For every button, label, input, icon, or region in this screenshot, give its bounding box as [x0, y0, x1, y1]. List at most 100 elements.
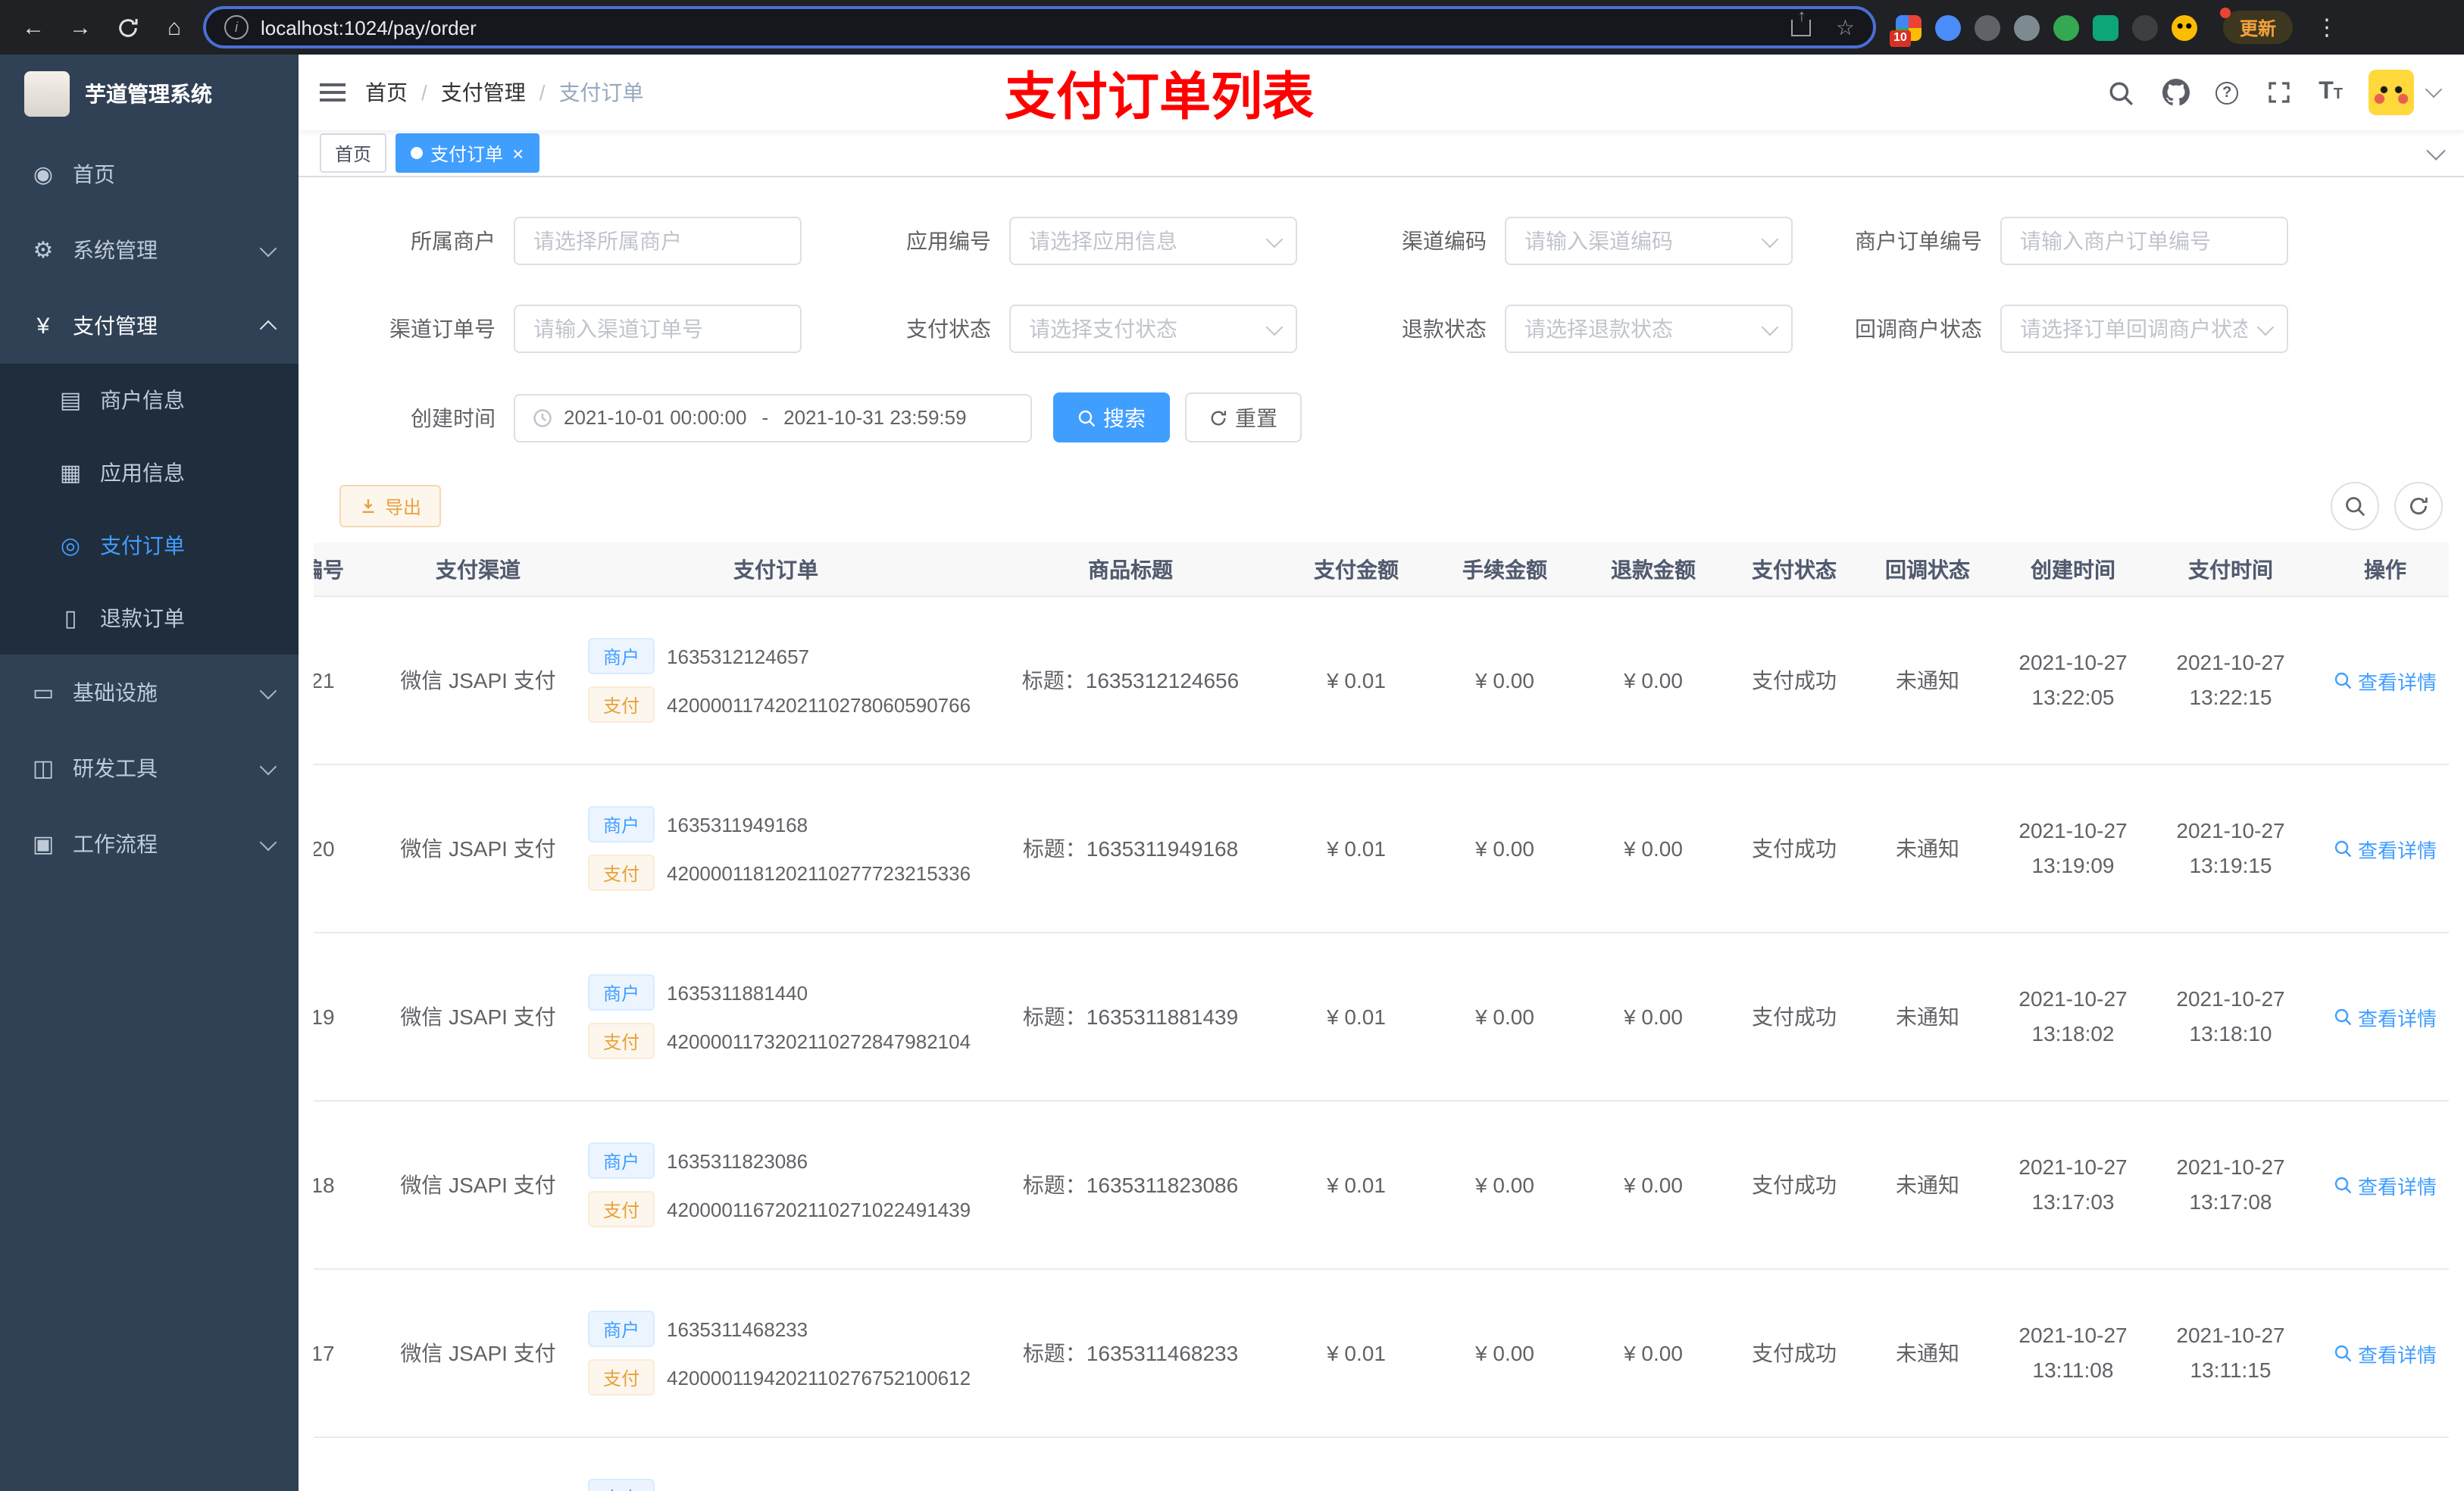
- tags-dropdown-icon[interactable]: [2426, 140, 2446, 160]
- bookmark-star-icon[interactable]: [1836, 14, 1855, 40]
- filter-label: 渠道编码: [1402, 229, 1487, 253]
- browser-menu-icon[interactable]: [2315, 14, 2338, 41]
- close-icon[interactable]: ×: [511, 143, 524, 163]
- sidebar-item-payment[interactable]: ¥ 支付管理: [0, 288, 299, 364]
- filter-input[interactable]: [1009, 305, 1297, 353]
- reload-icon[interactable]: [109, 9, 145, 45]
- filter-input[interactable]: [514, 217, 802, 265]
- cell-status: 支付成功: [1728, 1101, 1861, 1270]
- cell-channel: 微信 JSAPI 支付: [383, 764, 573, 933]
- cell-action: 查看详情: [2309, 933, 2449, 1102]
- extensions-puzzle-icon[interactable]: [2132, 14, 2158, 40]
- cell-created: 2021-10-27 13:18:02: [1994, 933, 2152, 1102]
- cell-order: 商户 1635311468233 支付 42000011942021102767…: [573, 1269, 979, 1438]
- date-range-input[interactable]: 2021-10-01 00:00:00 - 2021-10-31 23:59:5…: [514, 393, 1032, 442]
- chevron-icon: [259, 757, 277, 775]
- filter-input[interactable]: [2000, 217, 2288, 265]
- sidebar: 芋道管理系统 ◉ 首页 ⚙ 系统管理 ¥ 支付管理 ▤ 商户信息 ▦ 应用信息 …: [0, 55, 299, 1491]
- table-row: 17 微信 JSAPI 支付 商户 1635311468233 支付 42000…: [314, 1269, 2449, 1438]
- filter-input[interactable]: [514, 305, 802, 353]
- cell-status: [1728, 1437, 1861, 1491]
- cell-id: 17: [314, 1269, 383, 1438]
- filter-field: 渠道订单号: [339, 305, 835, 353]
- filter-label: 应用编号: [906, 229, 991, 253]
- sidebar-item-merchant-info[interactable]: ▤ 商户信息: [0, 364, 299, 436]
- reset-button[interactable]: 重置: [1185, 392, 1302, 442]
- chevron-down-icon[interactable]: [2425, 80, 2443, 98]
- cell-created: 2021-10-27 13:19:09: [1994, 764, 2152, 933]
- url-text[interactable]: localhost:1024/pay/order: [261, 16, 1780, 39]
- hamburger-icon[interactable]: [299, 55, 365, 130]
- font-size-icon[interactable]: [2319, 79, 2343, 106]
- column-header: 支付订单: [573, 542, 979, 597]
- sidebar-item-home[interactable]: ◉ 首页: [0, 136, 299, 212]
- breadcrumb-item[interactable]: 首页: [365, 77, 408, 108]
- cell-action: 查看详情: [2309, 1101, 2449, 1270]
- filter-input[interactable]: [1505, 217, 1793, 265]
- breadcrumb-item[interactable]: 支付管理: [441, 77, 526, 108]
- screen: ← → ⌂ localhost:1024/pay/order 10 更新: [0, 0, 2464, 1491]
- view-detail-link[interactable]: 查看详情: [2334, 1002, 2437, 1031]
- extension-grid-icon[interactable]: 10: [1890, 14, 1921, 46]
- search-icon[interactable]: [2106, 78, 2135, 107]
- navbar: 首页 / 支付管理 / 支付订单 支付订单列表: [299, 55, 2464, 130]
- column-header: 支付金额: [1282, 542, 1431, 597]
- view-detail-link[interactable]: 查看详情: [2334, 834, 2437, 863]
- help-icon[interactable]: [2215, 81, 2239, 104]
- extension-dark-icon[interactable]: [1975, 14, 2000, 40]
- cell-status: 支付成功: [1728, 764, 1861, 933]
- cell-amount: ¥ 0.01: [1282, 596, 1431, 765]
- view-detail-link[interactable]: 查看详情: [2334, 1171, 2437, 1199]
- cell-title: 标题：1635311881439: [979, 933, 1282, 1102]
- browser-update-button[interactable]: 更新: [2220, 8, 2294, 44]
- share-icon[interactable]: [1791, 19, 1812, 36]
- pay-tag: 支付: [588, 686, 655, 723]
- home-icon[interactable]: ⌂: [156, 9, 192, 45]
- user-avatar[interactable]: [2369, 70, 2414, 115]
- refresh-table-button[interactable]: [2394, 482, 2443, 530]
- toggle-search-button[interactable]: [2331, 482, 2379, 530]
- main-panel: 首页 / 支付管理 / 支付订单 支付订单列表 首页 × 支付订单 ×: [299, 55, 2464, 1491]
- extension-gray-icon[interactable]: [2014, 14, 2040, 40]
- cell-paid: 2021-10-27 13:17:08: [2152, 1101, 2309, 1270]
- fullscreen-icon[interactable]: [2264, 78, 2293, 107]
- cell-title: 标题：1635312124656: [979, 596, 1282, 765]
- forward-icon[interactable]: →: [62, 9, 98, 45]
- sidebar-item-system[interactable]: ⚙ 系统管理: [0, 212, 299, 288]
- cell-amount: ¥ 0.01: [1282, 1101, 1431, 1270]
- column-header: 编号: [314, 542, 383, 597]
- extension-blue-icon[interactable]: [1935, 14, 1961, 40]
- browser-profile-avatar[interactable]: [2172, 14, 2197, 40]
- column-header: 商品标题: [979, 542, 1282, 597]
- extension-chat-icon[interactable]: [2093, 14, 2118, 40]
- date-start-value[interactable]: 2021-10-01 00:00:00: [564, 406, 746, 429]
- create-time-field: 创建时间 2021-10-01 00:00:00 - 2021-10-31 23…: [339, 392, 1032, 442]
- sidebar-item-dev-tools[interactable]: ◫ 研发工具: [0, 730, 299, 806]
- view-detail-link[interactable]: 查看详情: [2334, 666, 2437, 695]
- view-detail-link[interactable]: 查看详情: [2334, 1339, 2437, 1368]
- sidebar-item-workflow[interactable]: ▣ 工作流程: [0, 806, 299, 882]
- extension-green-icon[interactable]: [2053, 14, 2079, 40]
- sidebar-item-refund-order[interactable]: ▯ 退款订单: [0, 582, 299, 655]
- merchant-tag: 商户: [588, 1142, 655, 1179]
- sidebar-item-app-info[interactable]: ▦ 应用信息: [0, 436, 299, 509]
- filter-input[interactable]: [1505, 305, 1793, 353]
- site-info-icon[interactable]: [224, 15, 249, 39]
- cell-notify: 未通知: [1861, 1269, 1994, 1438]
- sidebar-item-pay-order[interactable]: ◎ 支付订单: [0, 509, 299, 582]
- cell-notify: 未通知: [1861, 933, 1994, 1102]
- back-icon[interactable]: ←: [15, 9, 52, 45]
- cell-id: 21: [314, 596, 383, 765]
- export-button[interactable]: 导出: [339, 485, 442, 527]
- date-end-value[interactable]: 2021-10-31 23:59:59: [783, 406, 966, 429]
- filter-input[interactable]: [2000, 305, 2288, 353]
- address-bar[interactable]: localhost:1024/pay/order: [203, 6, 1876, 48]
- github-icon[interactable]: [2161, 78, 2190, 107]
- search-button[interactable]: 搜索: [1053, 392, 1170, 442]
- view-tab[interactable]: 首页 ×: [320, 133, 387, 173]
- sidebar-item-infrastructure[interactable]: ▭ 基础设施: [0, 655, 299, 730]
- cell-refund: [1579, 1437, 1728, 1491]
- view-tab[interactable]: 支付订单 ×: [396, 133, 539, 173]
- filter-input[interactable]: [1009, 217, 1297, 265]
- filter-label: 创建时间: [411, 405, 496, 430]
